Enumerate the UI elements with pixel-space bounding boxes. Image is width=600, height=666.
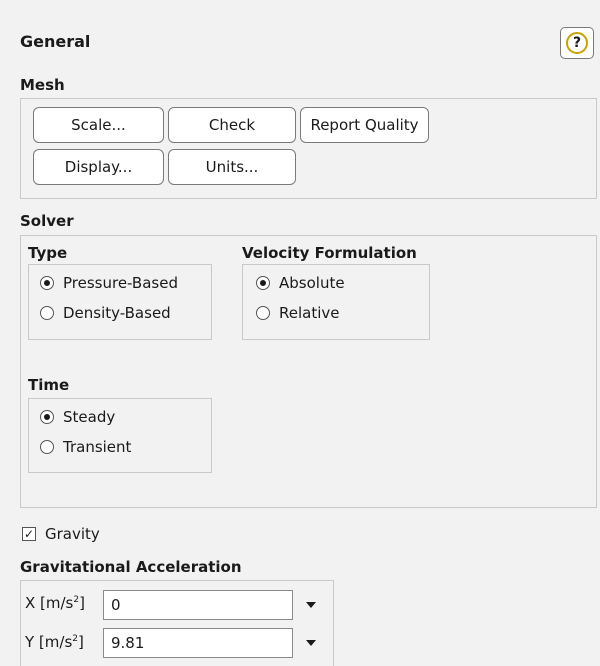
gravitational-acceleration-title: Gravitational Acceleration	[20, 558, 242, 576]
report-quality-button[interactable]: Report Quality	[300, 107, 429, 143]
radio-selected-icon	[256, 276, 270, 290]
help-icon: ?	[566, 32, 588, 54]
radio-relative[interactable]: Relative	[256, 304, 340, 322]
x-acceleration-label: X [m/s2]	[25, 594, 85, 612]
display-button[interactable]: Display...	[33, 149, 164, 185]
radio-label: Steady	[63, 408, 116, 426]
y-dropdown-arrow-icon[interactable]	[306, 640, 316, 646]
x-dropdown-arrow-icon[interactable]	[306, 602, 316, 608]
radio-pressure-based[interactable]: Pressure-Based	[40, 274, 178, 292]
radio-label: Relative	[279, 304, 340, 322]
radio-label: Density-Based	[63, 304, 171, 322]
velocity-formulation-title: Velocity Formulation	[242, 244, 417, 262]
radio-absolute[interactable]: Absolute	[256, 274, 345, 292]
general-panel: General ? Mesh Scale... Check Report Qua…	[0, 0, 600, 666]
radio-unselected-icon	[40, 440, 54, 454]
radio-transient[interactable]: Transient	[40, 438, 131, 456]
help-button[interactable]: ?	[560, 27, 594, 59]
type-group-title: Type	[28, 244, 68, 262]
page-title: General	[20, 32, 91, 51]
radio-label: Transient	[63, 438, 132, 456]
check-button[interactable]: Check	[168, 107, 296, 143]
y-acceleration-label: Y [m/s2]	[25, 633, 84, 651]
radio-label: Absolute	[279, 274, 345, 292]
radio-unselected-icon	[40, 306, 54, 320]
time-group-title: Time	[28, 376, 70, 394]
units-button[interactable]: Units...	[168, 149, 296, 185]
radio-selected-icon	[40, 410, 54, 424]
radio-selected-icon	[40, 276, 54, 290]
x-acceleration-input[interactable]	[103, 590, 293, 620]
gravity-label: Gravity	[45, 525, 100, 543]
radio-steady[interactable]: Steady	[40, 408, 115, 426]
y-acceleration-input[interactable]	[103, 628, 293, 658]
radio-unselected-icon	[256, 306, 270, 320]
solver-section-title: Solver	[20, 212, 74, 230]
radio-density-based[interactable]: Density-Based	[40, 304, 171, 322]
checkmark-icon: ✓	[22, 527, 36, 541]
mesh-section-title: Mesh	[20, 76, 65, 94]
scale-button[interactable]: Scale...	[33, 107, 164, 143]
gravity-checkbox[interactable]: ✓ Gravity	[22, 525, 100, 543]
radio-label: Pressure-Based	[63, 274, 178, 292]
